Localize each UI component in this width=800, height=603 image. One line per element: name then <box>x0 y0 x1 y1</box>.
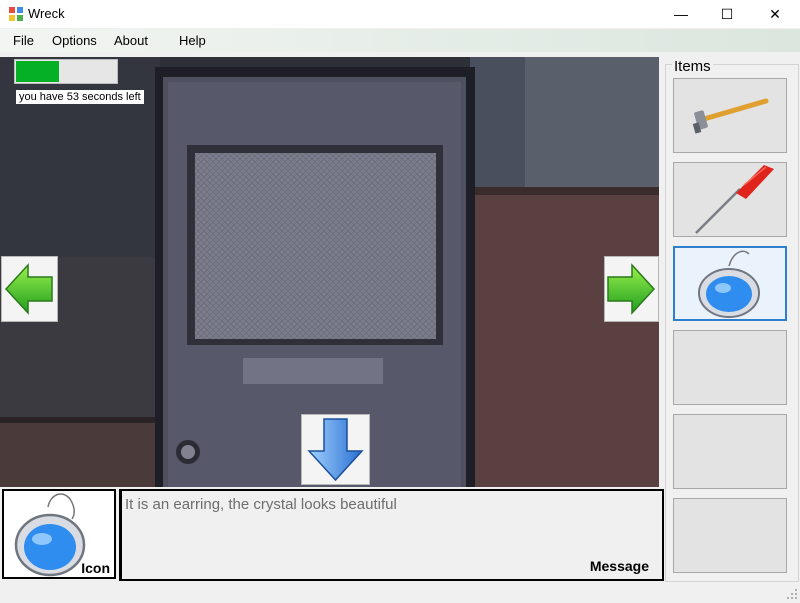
inventory-slot-hammer[interactable] <box>673 78 787 153</box>
resize-grip-icon[interactable] <box>786 588 798 600</box>
title-bar: Wreck — ☐ ✕ <box>0 0 800 28</box>
inventory-slot-empty-6[interactable] <box>673 498 787 573</box>
app-icon <box>9 7 23 21</box>
item-icon-panel: Icon <box>2 489 116 579</box>
timer-label: you have 53 seconds left <box>16 90 144 104</box>
timer-progress-bar <box>14 59 118 84</box>
inventory-slot-screwdriver[interactable] <box>673 162 787 237</box>
inventory-slot-empty-5[interactable] <box>673 414 787 489</box>
nav-left-button[interactable] <box>1 256 58 322</box>
blue-arrow-down-icon <box>307 418 364 482</box>
message-panel-label: Message <box>589 558 649 574</box>
items-panel-title: Items <box>672 58 713 75</box>
green-arrow-right-icon <box>607 263 656 315</box>
menu-about[interactable]: About <box>114 33 148 48</box>
timer-progress-fill <box>16 61 59 82</box>
close-button[interactable]: ✕ <box>752 0 798 28</box>
nav-right-button[interactable] <box>604 256 659 322</box>
earring-icon <box>698 250 760 318</box>
minimize-button[interactable]: — <box>658 0 704 28</box>
hammer-icon <box>692 98 769 134</box>
menu-help[interactable]: Help <box>179 33 206 48</box>
menu-options[interactable]: Options <box>52 33 97 48</box>
window-title: Wreck <box>28 6 65 21</box>
nav-down-button[interactable] <box>301 414 370 485</box>
message-text: It is an earring, the crystal looks beau… <box>125 496 397 513</box>
menu-file[interactable]: File <box>13 33 34 48</box>
inventory-slot-empty-4[interactable] <box>673 330 787 405</box>
screwdriver-icon <box>695 165 774 234</box>
icon-panel-label: Icon <box>81 560 110 576</box>
green-arrow-left-icon <box>4 263 53 315</box>
inventory-slot-earring[interactable] <box>673 246 787 321</box>
menu-bar: File Options About Help <box>0 29 800 52</box>
message-panel: It is an earring, the crystal looks beau… <box>119 489 664 581</box>
maximize-button[interactable]: ☐ <box>704 0 750 28</box>
